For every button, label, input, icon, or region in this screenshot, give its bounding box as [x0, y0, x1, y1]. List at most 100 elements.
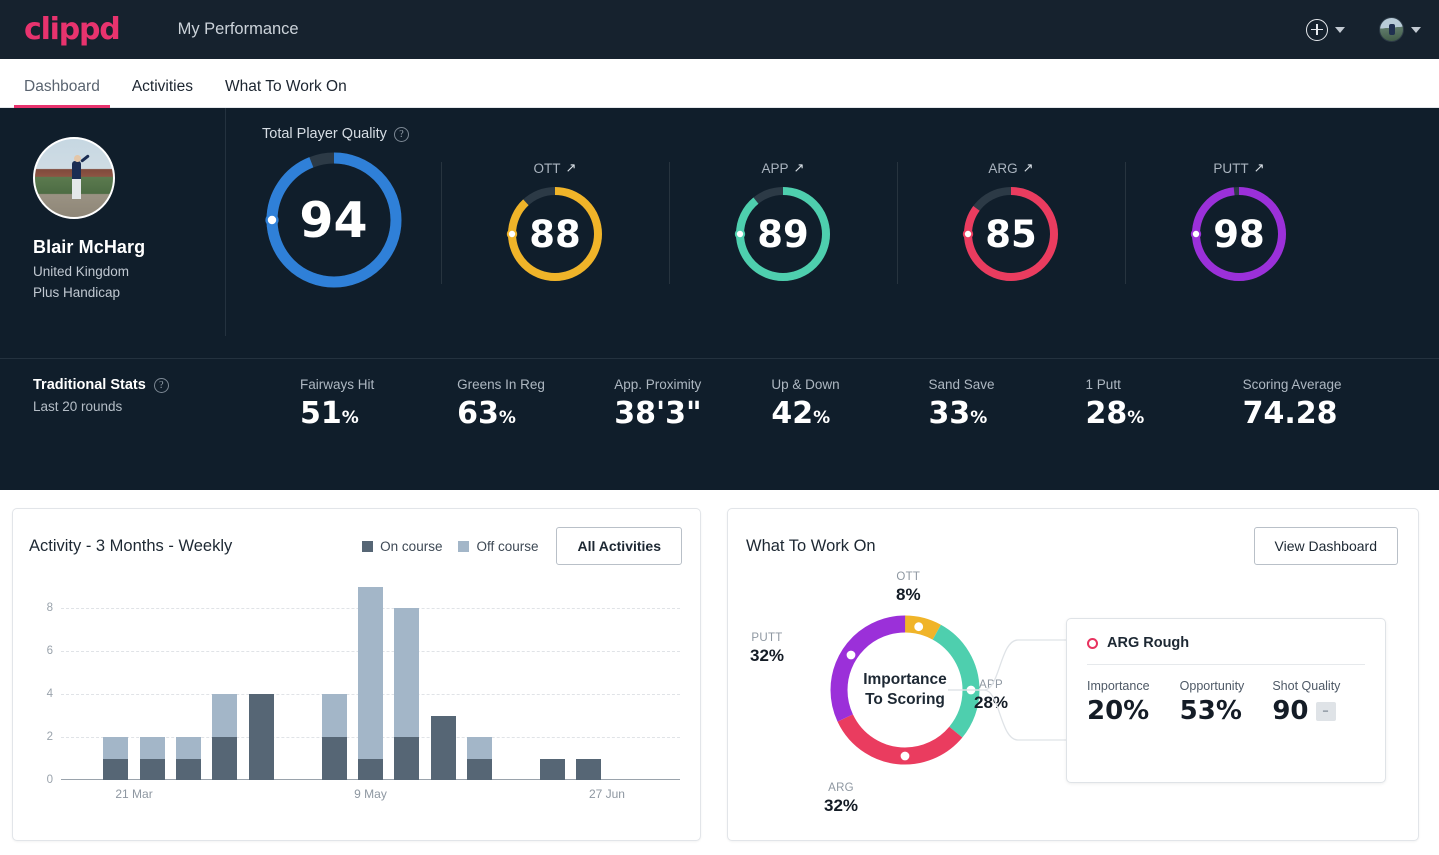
table-row[interactable]: [576, 758, 602, 780]
arg-rough-detail-card[interactable]: ARG Rough Importance 20% Opportunity 53%…: [1066, 618, 1386, 783]
user-menu-button[interactable]: [1379, 17, 1421, 42]
gauge-ott: OTT ↗ 88: [441, 148, 669, 284]
metric-shot-quality: Shot Quality 90 –: [1272, 679, 1365, 724]
donut-handle: [898, 749, 912, 763]
bar-series: [61, 587, 680, 780]
traditional-stats-subtitle: Last 20 rounds: [33, 399, 123, 414]
metric-number: 90: [1272, 696, 1309, 726]
metric-opportunity: Opportunity 53%: [1180, 679, 1273, 724]
table-row[interactable]: [394, 608, 420, 780]
ott-ring: 88: [505, 184, 605, 284]
gauge-app: APP ↗ 89: [669, 148, 897, 284]
bar-slot: [607, 587, 643, 780]
stat-up-and-down: Up & Down 42%: [771, 377, 928, 429]
stat-value: 63%: [457, 396, 516, 431]
all-activities-button[interactable]: All Activities: [556, 527, 682, 565]
activity-card: Activity - 3 Months - Weekly On course O…: [12, 508, 701, 841]
legend-swatch: [458, 540, 470, 552]
table-row[interactable]: [175, 737, 201, 780]
table-row[interactable]: [430, 715, 456, 780]
bar-slot: [207, 587, 243, 780]
view-dashboard-button[interactable]: View Dashboard: [1253, 527, 1398, 565]
bar-slot: [352, 587, 388, 780]
donut-label-value: 32%: [824, 796, 859, 815]
bar-slot: [134, 587, 170, 780]
x-axis-labels: 21 Mar 9 May 27 Jun: [61, 787, 680, 807]
metric-label: Opportunity: [1179, 679, 1245, 693]
table-row[interactable]: [357, 587, 383, 780]
legend-off-course: Off course: [458, 539, 538, 554]
ring-dot-icon: [1087, 637, 1098, 649]
tab-dashboard[interactable]: Dashboard: [8, 78, 116, 108]
bar-slot: [170, 587, 206, 780]
stat-label: Sand Save: [928, 377, 995, 392]
chevron-down-icon: [1411, 26, 1421, 33]
clippd-logo[interactable]: clippd: [24, 14, 121, 45]
bar-slot: [61, 587, 97, 780]
gauge-app-label: APP: [761, 160, 789, 176]
add-button[interactable]: [1302, 15, 1349, 45]
table-row[interactable]: [321, 694, 347, 780]
stat-value: 51%: [300, 396, 359, 431]
stat-value: 38'3": [614, 396, 702, 431]
quality-gauges: Total Player Quality ? 94 OTT ↗ 88 APP ↗…: [226, 108, 1439, 358]
detail-metrics: Importance 20% Opportunity 53% Shot Qual…: [1087, 679, 1365, 724]
traditional-stats-title: Traditional Stats: [33, 377, 146, 393]
putt-ring: 98: [1189, 184, 1289, 284]
x-tick: 9 May: [354, 787, 387, 801]
stat-value: 28%: [1085, 396, 1145, 431]
question-circle-icon[interactable]: ?: [153, 377, 169, 393]
bar-slot: [389, 587, 425, 780]
arrow-up-right-icon: ↗: [1022, 160, 1034, 175]
donut-label-arg: ARG 32%: [824, 782, 858, 816]
player-country: United Kingdom: [33, 264, 130, 279]
legend-label: On course: [380, 538, 443, 554]
y-tick: 8: [46, 602, 53, 615]
donut-label-key: ARG: [828, 782, 854, 794]
stat-label: Scoring Average: [1242, 377, 1342, 392]
arrow-up-right-icon: ↗: [565, 160, 577, 175]
donut-label-value: 32%: [750, 646, 785, 665]
donut-label-key: PUTT: [751, 632, 783, 644]
tab-activities[interactable]: Activities: [116, 78, 209, 108]
metric-importance: Importance 20%: [1087, 679, 1180, 724]
table-row[interactable]: [539, 758, 565, 780]
traditional-stats: Traditional Stats ? Last 20 rounds Fairw…: [0, 358, 1439, 490]
table-row[interactable]: [103, 737, 129, 780]
tpq-ring: 94: [262, 148, 406, 292]
tpq-value: 94: [299, 191, 368, 249]
stat-label: App. Proximity: [614, 377, 702, 392]
bar-slot: [534, 587, 570, 780]
table-row[interactable]: [212, 694, 238, 780]
stat-label: Fairways Hit: [300, 377, 375, 392]
bar-slot: [571, 587, 607, 780]
table-row[interactable]: [467, 737, 493, 780]
player-avatar[interactable]: [33, 137, 115, 219]
gauge-arg: ARG ↗ 85: [897, 148, 1125, 284]
traditional-stats-header: Traditional Stats ? Last 20 rounds: [0, 377, 300, 414]
gauge-arg-label: ARG: [988, 160, 1018, 176]
activity-bar-chart: 0 2 4 6 8 21 Mar 9 May 27 Jun: [29, 587, 682, 817]
bar-slot: [243, 587, 279, 780]
tab-what-to-work-on[interactable]: What To Work On: [209, 78, 363, 108]
activity-card-title: Activity - 3 Months - Weekly: [29, 536, 233, 555]
y-tick: 2: [46, 731, 53, 744]
work-card-header: What To Work On View Dashboard: [746, 527, 1398, 565]
y-axis: 0 2 4 6 8: [29, 587, 59, 786]
table-row[interactable]: [248, 694, 274, 780]
donut-label-key: OTT: [896, 571, 921, 583]
detail-title: ARG Rough: [1107, 635, 1190, 651]
x-tick: 27 Jun: [588, 787, 625, 801]
gauge-row: 94 OTT ↗ 88 APP ↗ 89 ARG ↗ 85 PUTT ↗ 98: [226, 148, 1439, 292]
divider: [1087, 664, 1365, 665]
metric-value: 90 –: [1272, 698, 1365, 724]
table-row[interactable]: [139, 737, 165, 780]
bar-slot: [279, 587, 315, 780]
question-circle-icon[interactable]: ?: [393, 126, 409, 142]
performance-hero: Blair McHarg United Kingdom Plus Handica…: [0, 108, 1439, 490]
top-bar: clippd My Performance: [0, 0, 1439, 59]
player-name: Blair McHarg: [33, 237, 146, 257]
donut-label-value: 8%: [896, 585, 921, 604]
tpq-header: Total Player Quality ?: [226, 126, 1439, 142]
tab-bar: Dashboard Activities What To Work On: [0, 59, 1439, 108]
